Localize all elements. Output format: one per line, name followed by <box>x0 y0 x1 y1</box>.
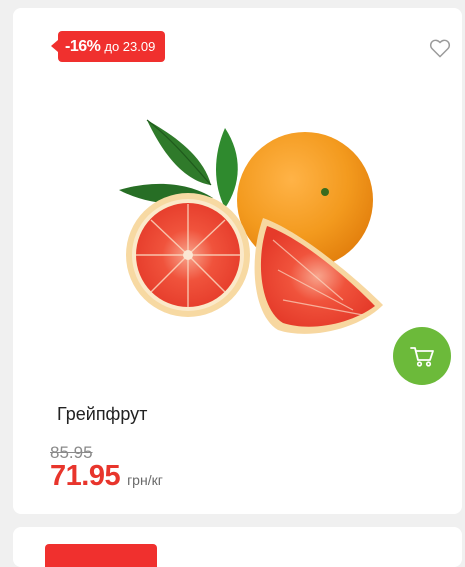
next-product-card[interactable] <box>13 527 462 567</box>
add-to-cart-button[interactable] <box>393 327 451 385</box>
product-image[interactable] <box>113 110 393 390</box>
price-row: 71.95 грн/кг <box>50 460 163 493</box>
discount-percent: -16% <box>65 37 101 55</box>
discount-badge: -16% до 23.09 <box>50 31 166 62</box>
discount-until: до 23.09 <box>104 39 156 54</box>
current-price: 71.95 <box>50 460 121 492</box>
shopping-cart-icon <box>410 347 434 367</box>
product-card[interactable]: -16% до 23.09 Грейпфрут 85.95 71.95 грн/… <box>13 8 462 514</box>
product-name[interactable]: Грейпфрут <box>57 404 147 425</box>
next-discount-badge <box>45 544 157 567</box>
heart-outline-icon[interactable] <box>429 38 451 58</box>
price-unit: грн/кг <box>127 472 163 488</box>
